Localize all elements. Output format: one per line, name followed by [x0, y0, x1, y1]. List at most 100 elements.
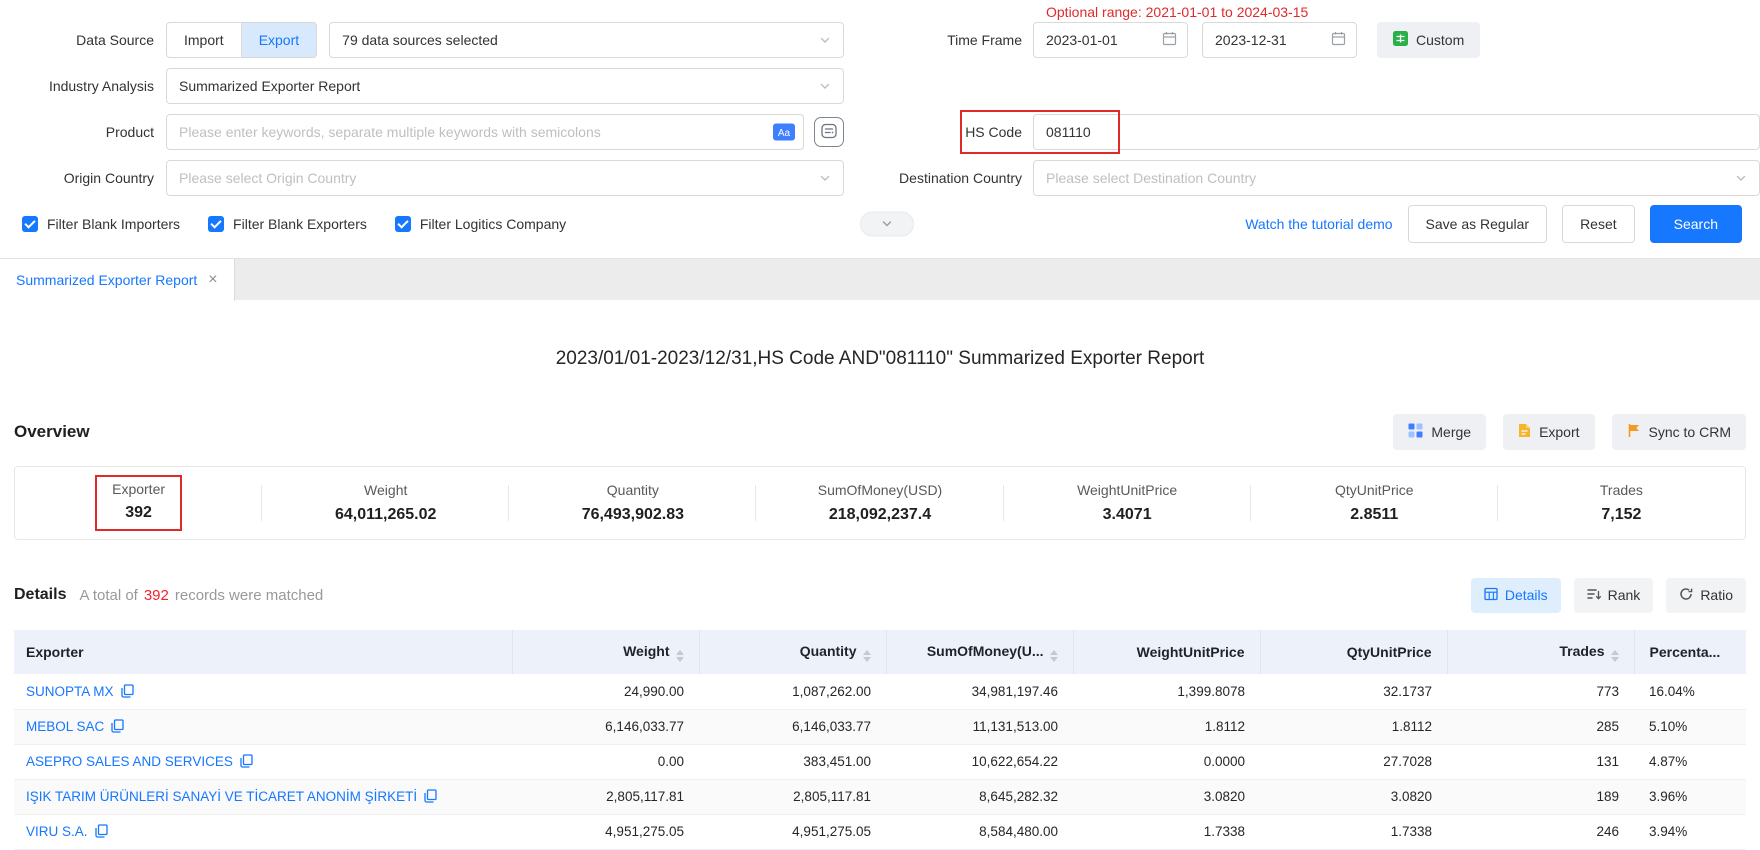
view-rank-label: Rank [1608, 587, 1641, 603]
product-keywords-input[interactable] [166, 114, 804, 150]
ratio-refresh-icon [1679, 587, 1693, 604]
expand-filters-button[interactable] [860, 212, 914, 237]
weight-cell: 0.00 [512, 744, 699, 779]
svg-text:Aa: Aa [778, 128, 791, 139]
trades-cell: 246 [1447, 814, 1634, 849]
exporter-cell: IŞIK TARIM ÜRÜNLERİ SANAYİ VE TİCARET AN… [14, 779, 512, 814]
filter-row-countries: Origin Country Please select Origin Coun… [0, 160, 1760, 196]
start-date-value: 2023-01-01 [1046, 32, 1118, 48]
checkbox-checked-icon [22, 216, 38, 232]
trades-cell: 773 [1447, 674, 1634, 709]
exporter-cell: VIRU S.A. [14, 814, 512, 849]
origin-country-select[interactable]: Please select Origin Country [166, 160, 844, 196]
quantity-cell: 383,451.00 [699, 744, 886, 779]
sort-icon[interactable] [676, 650, 684, 662]
reset-button[interactable]: Reset [1562, 205, 1635, 243]
merge-button[interactable]: Merge [1393, 414, 1486, 450]
data-source-toggle-group: Import Export [166, 22, 317, 58]
industry-analysis-label: Industry Analysis [0, 78, 166, 94]
copy-icon[interactable] [240, 754, 253, 768]
filter-blank-exporters-checkbox[interactable]: Filter Blank Exporters [208, 216, 367, 232]
copy-icon[interactable] [424, 789, 437, 803]
custom-label: Custom [1416, 32, 1464, 48]
keyword-helper-button[interactable] [814, 117, 844, 147]
table-row[interactable]: IŞIK TARIM ÜRÜNLERİ SANAYİ VE TİCARET AN… [14, 779, 1746, 814]
close-icon[interactable]: × [208, 272, 217, 288]
hs-code-label: HS Code [844, 124, 1033, 140]
time-frame-label: Time Frame [844, 32, 1033, 48]
sort-icon[interactable] [1611, 650, 1619, 662]
save-as-regular-button[interactable]: Save as Regular [1408, 205, 1548, 243]
exporter-link[interactable]: ASEPRO SALES AND SERVICES [26, 754, 233, 769]
translate-icon[interactable]: Aa [773, 124, 795, 141]
trades-cell: 189 [1447, 779, 1634, 814]
stat-label: Exporter [112, 481, 165, 497]
hs-code-input[interactable] [1033, 114, 1760, 150]
tutorial-demo-link[interactable]: Watch the tutorial demo [1245, 216, 1392, 232]
column-header-trades[interactable]: Trades [1447, 630, 1634, 674]
copy-icon[interactable] [111, 719, 124, 733]
search-button[interactable]: Search [1650, 205, 1742, 243]
copy-icon[interactable] [121, 684, 134, 698]
stat-value: 64,011,265.02 [335, 506, 436, 524]
industry-analysis-select[interactable]: Summarized Exporter Report [166, 68, 844, 104]
stat-value: 218,092,237.4 [829, 506, 931, 524]
stat-label: Weight [364, 482, 407, 498]
table-row[interactable]: MEBOL SAC 6,146,033.77 6,146,033.77 11,1… [14, 709, 1746, 744]
column-header-sum-of-money[interactable]: SumOfMoney(U... [886, 630, 1073, 674]
view-ratio-button[interactable]: Ratio [1666, 578, 1746, 613]
checkbox-label: Filter Blank Importers [47, 216, 180, 232]
overview-heading: Overview [14, 422, 90, 442]
custom-grid-icon [1393, 31, 1408, 49]
column-header-qty-unit-price[interactable]: QtyUnitPrice [1260, 630, 1447, 674]
custom-date-button[interactable]: Custom [1377, 22, 1480, 58]
filter-logistics-company-checkbox[interactable]: Filter Logitics Company [395, 216, 566, 232]
sync-to-crm-button[interactable]: Sync to CRM [1612, 414, 1746, 450]
end-date-input[interactable]: 2023-12-31 [1202, 22, 1357, 58]
column-header-weight[interactable]: Weight [512, 630, 699, 674]
summary-prefix: A total of [79, 587, 137, 604]
exporter-cell: SUNOPTA MX [14, 674, 512, 709]
view-rank-button[interactable]: Rank [1574, 578, 1654, 613]
copy-icon[interactable] [95, 824, 108, 838]
exporter-link[interactable]: VIRU S.A. [26, 824, 88, 839]
sync-label: Sync to CRM [1649, 424, 1731, 440]
column-header-exporter[interactable]: Exporter [14, 630, 512, 674]
import-toggle-button[interactable]: Import [166, 22, 242, 58]
stat-label: WeightUnitPrice [1077, 482, 1177, 498]
tab-summarized-exporter-report[interactable]: Summarized Exporter Report × [0, 259, 235, 301]
sort-icon[interactable] [863, 650, 871, 662]
details-header: Details A total of 392 records were matc… [14, 576, 1746, 614]
data-sources-select[interactable]: 79 data sources selected [329, 22, 844, 58]
sum-cell: 34,981,197.46 [886, 674, 1073, 709]
weight-unit-price-cell: 1,399.8078 [1073, 674, 1260, 709]
sort-icon[interactable] [1050, 650, 1058, 662]
weight-unit-price-cell: 0.0000 [1073, 744, 1260, 779]
column-header-quantity[interactable]: Quantity [699, 630, 886, 674]
sum-cell: 8,645,282.32 [886, 779, 1073, 814]
stat-label: Trades [1600, 482, 1643, 498]
list-icon [821, 123, 837, 142]
destination-country-select[interactable]: Please select Destination Country [1033, 160, 1760, 196]
report-title: 2023/01/01-2023/12/31,HS Code AND"081110… [14, 348, 1746, 370]
stat-exporter: Exporter 392 [15, 476, 262, 530]
exporter-link[interactable]: IŞIK TARIM ÜRÜNLERİ SANAYİ VE TİCARET AN… [26, 789, 417, 804]
start-date-input[interactable]: 2023-01-01 [1033, 22, 1188, 58]
exporter-cell: ASEPRO SALES AND SERVICES [14, 744, 512, 779]
filter-blank-importers-checkbox[interactable]: Filter Blank Importers [22, 216, 180, 232]
column-header-percentage[interactable]: Percenta... [1634, 630, 1746, 674]
stat-value: 3.4071 [1103, 506, 1152, 524]
exporter-link[interactable]: MEBOL SAC [26, 719, 104, 734]
export-toggle-button[interactable]: Export [241, 22, 317, 58]
calendar-icon [1331, 31, 1346, 49]
filter-panel: Optional range: 2021-01-01 to 2024-03-15… [0, 0, 1760, 258]
table-row[interactable]: VIRU S.A. 4,951,275.05 4,951,275.05 8,58… [14, 814, 1746, 849]
exporter-link[interactable]: SUNOPTA MX [26, 684, 114, 699]
view-details-button[interactable]: Details [1471, 578, 1561, 613]
table-row[interactable]: ASEPRO SALES AND SERVICES 0.00 383,451.0… [14, 744, 1746, 779]
export-button[interactable]: Export [1503, 414, 1594, 450]
qty-unit-price-cell: 27.7028 [1260, 744, 1447, 779]
column-header-weight-unit-price[interactable]: WeightUnitPrice [1073, 630, 1260, 674]
chevron-down-icon [881, 216, 893, 232]
table-row[interactable]: SUNOPTA MX 24,990.00 1,087,262.00 34,981… [14, 674, 1746, 709]
